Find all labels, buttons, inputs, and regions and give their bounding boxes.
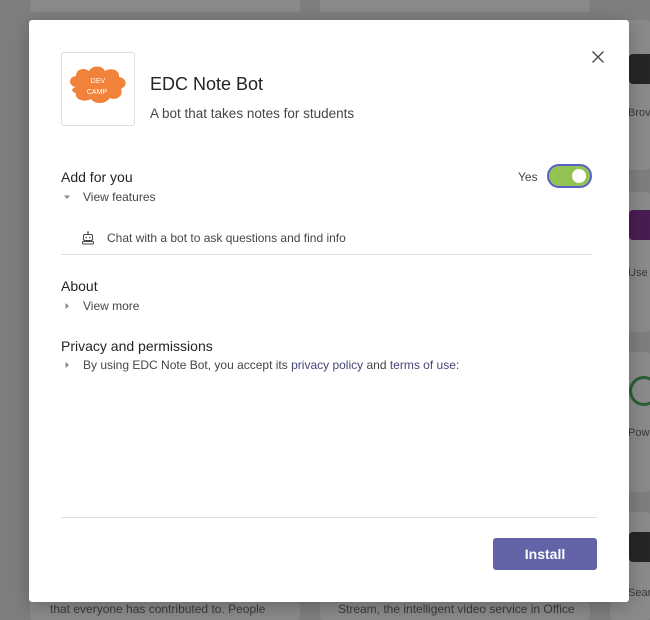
bot-icon: [81, 231, 95, 245]
view-more-label: View more: [83, 299, 140, 313]
logo-text: DEV: [91, 78, 106, 85]
toggle-knob: [572, 169, 586, 183]
footer-divider: [61, 517, 597, 518]
app-description: A bot that takes notes for students: [150, 106, 355, 121]
view-features-label: View features: [83, 190, 156, 204]
caret-right-icon: [61, 300, 73, 312]
app-logo: DEV CAMP: [61, 52, 135, 126]
background-app-icon: [629, 532, 650, 562]
background-card-text: Sear: [628, 587, 650, 599]
feature-text: Chat with a bot to ask questions and fin…: [107, 231, 346, 245]
app-install-dialog: DEV CAMP EDC Note Bot A bot that takes n…: [29, 20, 629, 602]
add-for-you-heading: Add for you: [61, 169, 133, 185]
divider: [61, 254, 592, 255]
close-icon[interactable]: [589, 48, 607, 66]
toggle-label: Yes: [518, 170, 538, 184]
background-card-text: Use: [628, 267, 648, 279]
background-card-text: Pow: [628, 427, 650, 439]
add-for-you-toggle[interactable]: [547, 164, 592, 188]
logo-text: CAMP: [87, 89, 108, 96]
background-card: [30, 0, 300, 12]
terms-of-use-link[interactable]: terms of use:: [390, 358, 459, 372]
background-card-text: Brov: [628, 107, 650, 119]
feature-item: Chat with a bot to ask questions and fin…: [81, 229, 346, 247]
privacy-heading: Privacy and permissions: [61, 338, 213, 354]
background-app-icon: [629, 54, 650, 84]
about-heading: About: [61, 278, 98, 294]
view-more-expander[interactable]: View more: [61, 298, 139, 314]
privacy-policy-link[interactable]: privacy policy: [291, 358, 363, 372]
background-card-text: Stream, the intelligent video service in…: [338, 602, 575, 616]
install-button[interactable]: Install: [493, 538, 597, 570]
caret-down-icon: [61, 191, 73, 203]
background-card-text: that everyone has contributed to. People: [50, 602, 266, 616]
caret-right-icon: [61, 359, 73, 371]
app-name: EDC Note Bot: [150, 74, 264, 94]
view-features-expander[interactable]: View features: [61, 189, 156, 205]
privacy-text: and: [363, 358, 390, 372]
background-app-icon: [629, 210, 650, 240]
privacy-text: By using EDC Note Bot, you accept its: [83, 358, 292, 372]
privacy-expander[interactable]: By using EDC Note Bot, you accept its pr…: [61, 357, 459, 373]
background-card: [320, 0, 590, 12]
